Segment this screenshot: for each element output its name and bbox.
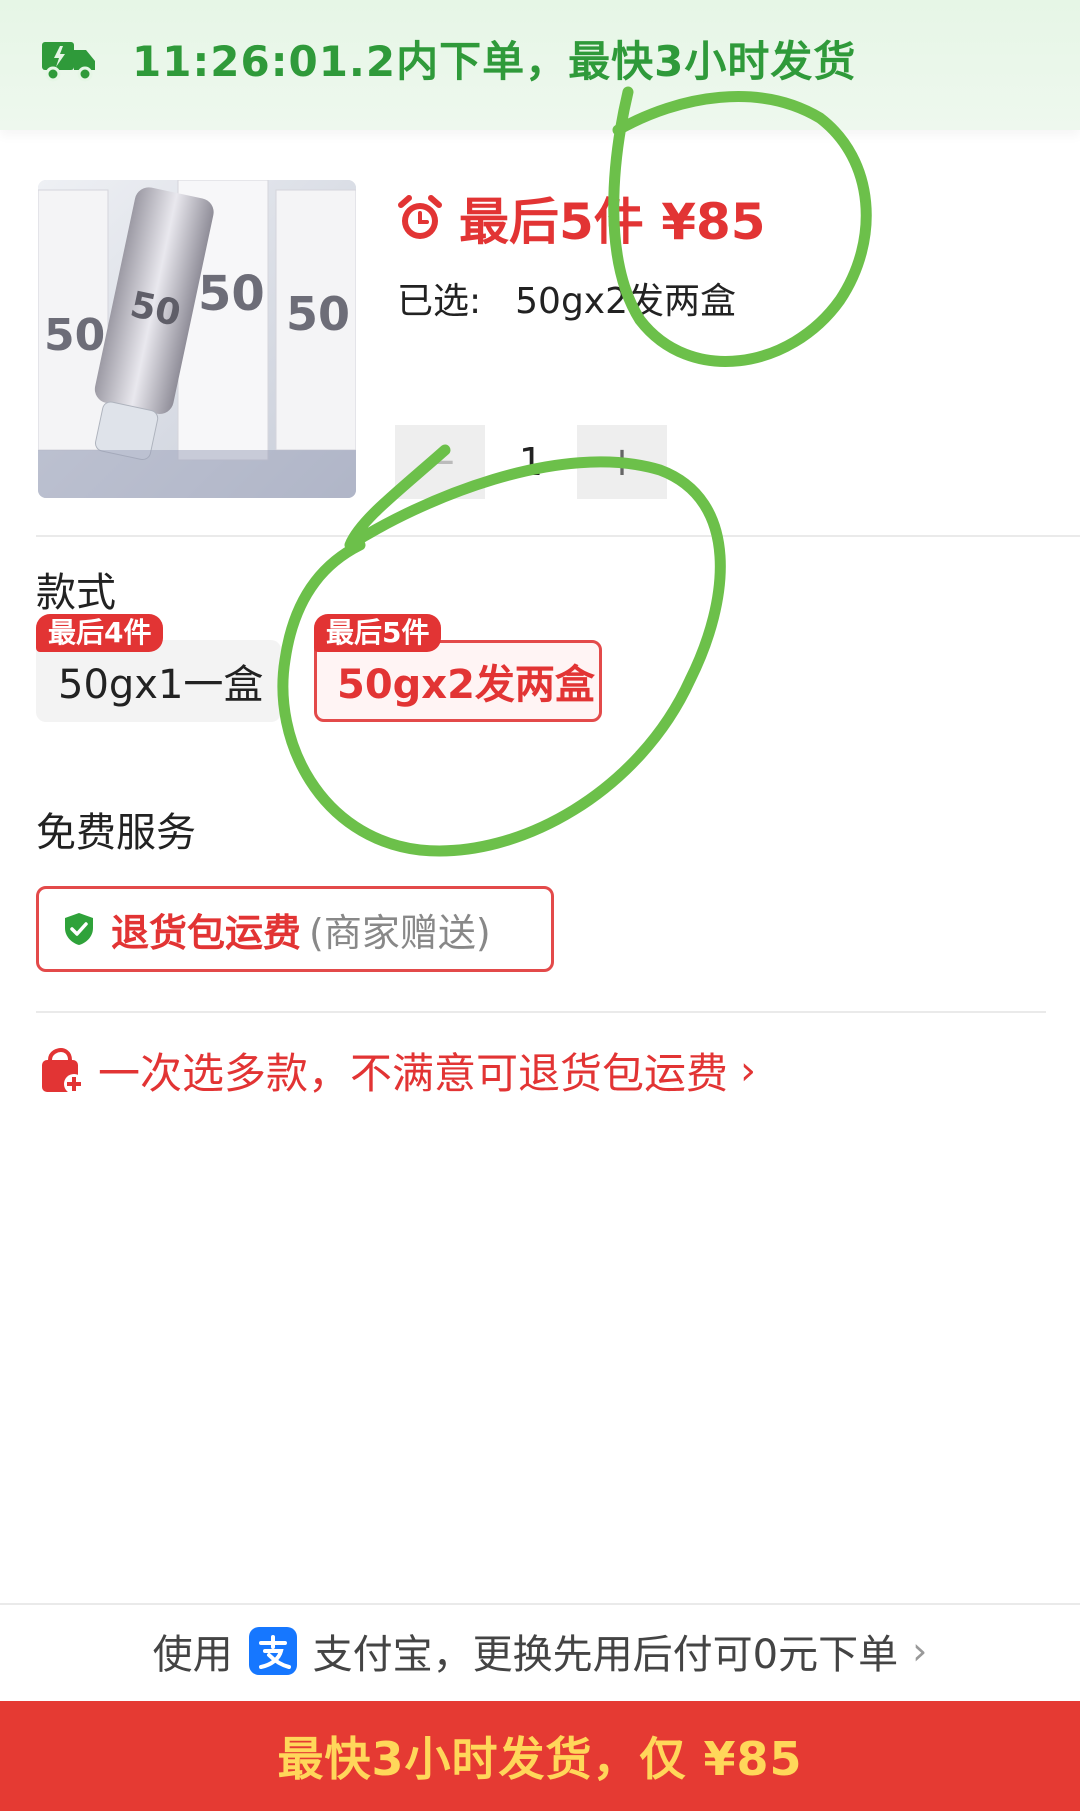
product-image[interactable]: 50 50 50 50 — [38, 180, 356, 498]
quantity-value[interactable]: 1 — [485, 440, 577, 484]
service-sub-label: (商家赠送) — [309, 910, 491, 955]
alipay-icon — [248, 1627, 297, 1675]
selected-value: 50gx2发两盒 — [515, 281, 737, 322]
buy-now-button[interactable]: 最快3小时发货，仅 ¥85 — [0, 1701, 1080, 1811]
delivery-truck-icon — [42, 42, 95, 82]
delivery-banner-text: 11:26:01.2内下单，最快3小时发货 — [132, 37, 857, 86]
pay-prefix: 使用 — [152, 1632, 233, 1678]
style-option-label: 50gx1一盒 — [58, 662, 264, 708]
style-option-1[interactable]: 50gx1一盒 — [36, 640, 281, 722]
divider — [36, 535, 1080, 537]
price-text: 最后5件 ¥85 — [459, 193, 766, 251]
shopping-bag-plus-icon — [42, 1047, 84, 1094]
style-option-2[interactable]: 50gx2发两盒 — [314, 640, 602, 722]
stock-tag: 最后4件 — [36, 614, 164, 652]
buy-button-label: 最快3小时发货，仅 ¥85 — [277, 1732, 803, 1786]
quantity-plus-button[interactable]: + — [577, 425, 667, 499]
free-services-title: 免费服务 — [36, 810, 196, 856]
multi-select-promo-link[interactable]: 一次选多款，不满意可退货包运费 › — [36, 1040, 756, 1101]
alarm-clock-icon — [398, 195, 442, 239]
price-line: 最后5件 ¥85 — [395, 182, 766, 254]
quantity-minus-button[interactable]: − — [395, 425, 485, 499]
promo-text: 一次选多款，不满意可退货包运费 — [98, 1049, 729, 1098]
stock-tag: 最后5件 — [314, 614, 442, 652]
selected-spec: 已选: 50gx2发两盒 — [397, 272, 736, 324]
service-main-label: 退货包运费 — [111, 910, 302, 955]
svg-text:50: 50 — [198, 266, 265, 322]
selected-label: 已选: — [397, 281, 482, 322]
svg-text:50: 50 — [286, 287, 350, 341]
shield-check-icon — [65, 913, 93, 945]
chevron-right-icon: › — [912, 1629, 928, 1673]
svg-text:50: 50 — [44, 310, 105, 361]
alipay-pay-later-bar[interactable]: 使用 支付宝，更换先用后付可0元下单 › — [0, 1603, 1080, 1699]
style-section-title: 款式 — [36, 570, 116, 616]
chevron-right-icon: › — [740, 1047, 757, 1094]
product-photo: 50 50 50 50 — [38, 180, 356, 498]
delivery-banner: 11:26:01.2内下单，最快3小时发货 — [0, 0, 1080, 130]
pay-text: 支付宝，更换先用后付可0元下单 — [312, 1632, 899, 1678]
quantity-stepper: − 1 + — [395, 425, 667, 499]
divider — [36, 1011, 1046, 1013]
return-shipping-service[interactable]: 退货包运费 (商家赠送) — [36, 886, 554, 972]
style-option-label: 50gx2发两盒 — [337, 662, 595, 708]
